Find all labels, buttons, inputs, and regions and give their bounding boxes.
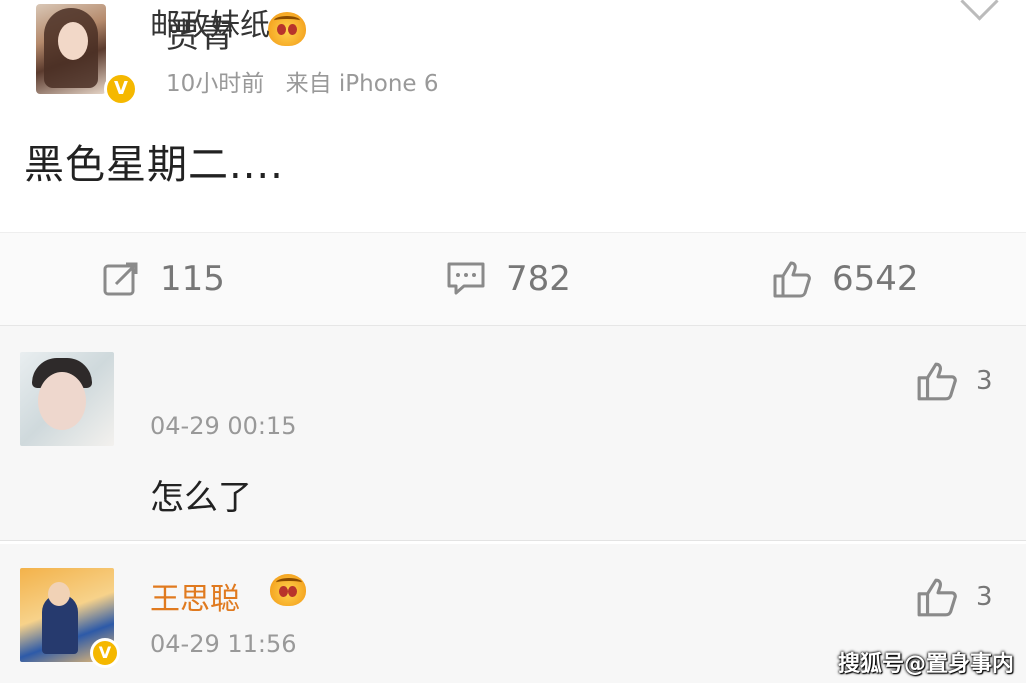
avatar-face [58,22,88,60]
thumbs-up-icon [917,578,957,617]
comment-like-button[interactable]: 3 [916,360,993,402]
post-time: 10小时前 [166,71,265,97]
comment-like-count: 3 [976,582,993,612]
comment-like-button[interactable]: 3 [916,576,993,618]
avatar-head [48,582,70,606]
verified-badge-icon: V [104,72,138,106]
crown-brow [274,16,300,25]
crown-eye-right [288,586,297,597]
repost-count: 115 [160,259,225,299]
thumbs-up-icon [773,261,811,298]
post-content: 黑色星期二.... [24,142,284,188]
crown-eye-left [279,586,288,597]
avatar-face [38,372,86,430]
comment-icon [447,262,485,295]
thumbs-up-icon [917,362,957,401]
comment-time: 04-29 11:56 [150,630,297,658]
repost-button[interactable]: 115 [102,257,225,301]
author-avatar[interactable] [36,4,106,94]
like-count: 6542 [832,259,919,299]
watermark: 搜狐号@置身事内 [838,652,1015,677]
commenter-name[interactable]: 邮政妹纸 [150,0,270,44]
comment-button[interactable]: 782 [446,257,571,301]
chevron-down-icon[interactable] [960,0,999,21]
post-action-bar: 115 782 6542 [0,232,1026,326]
crown-eye-left [277,24,286,35]
like-button[interactable]: 6542 [772,257,919,301]
crown-brow [276,578,302,587]
comment-text: 怎么了 [150,478,252,518]
comment-time: 04-29 00:15 [150,412,297,440]
vip-crown-icon [270,574,306,606]
post-meta: 10小时前 来自 iPhone 6 [166,64,439,98]
vip-crown-icon [268,12,306,46]
post-source: 来自 iPhone 6 [285,71,439,97]
comment-like-count: 3 [976,366,993,396]
repost-icon [103,262,138,296]
crown-eye-right [288,24,297,35]
verified-badge-icon: V [90,638,120,668]
comment-count: 782 [506,259,571,299]
commenter-name[interactable]: 王思聪 [150,574,240,618]
commenter-avatar[interactable] [20,352,114,446]
